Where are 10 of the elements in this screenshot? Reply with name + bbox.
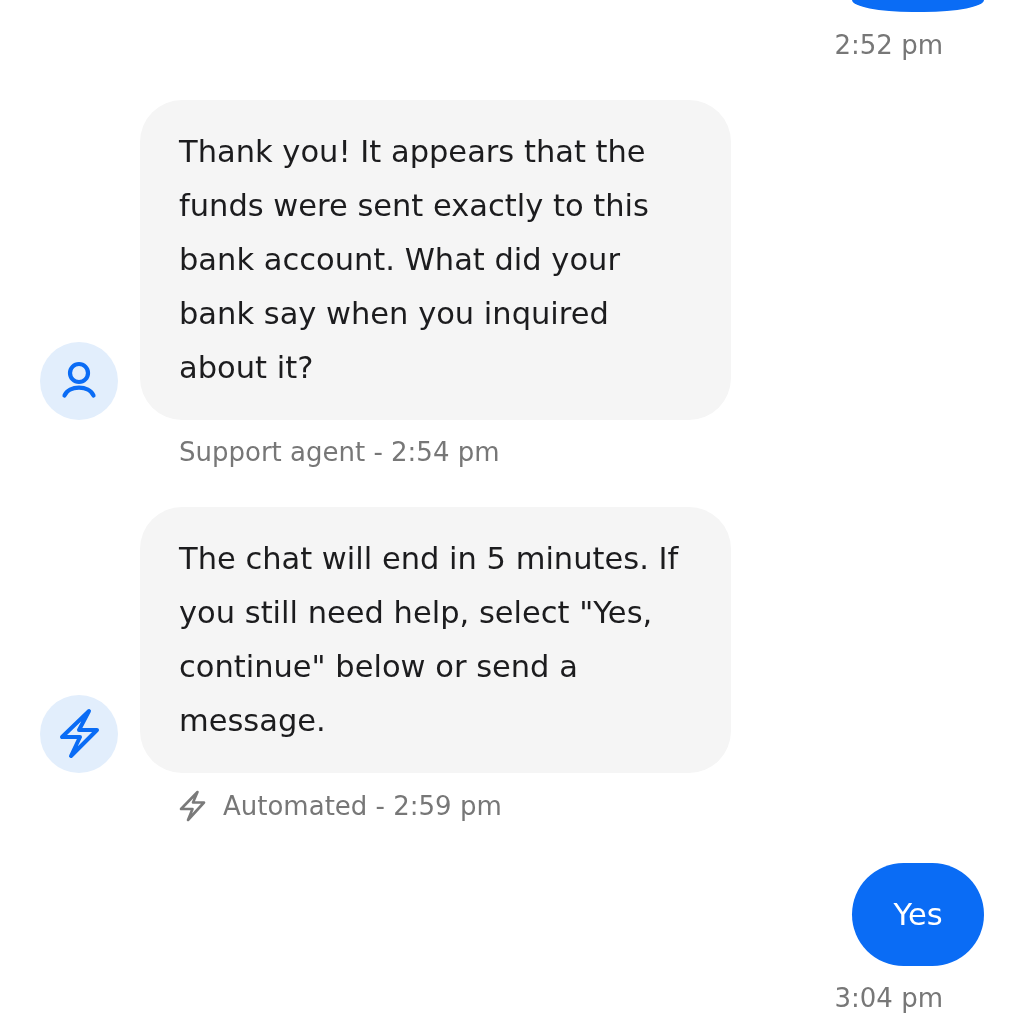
lightning-icon bbox=[179, 790, 206, 822]
person-icon bbox=[40, 342, 118, 420]
message-meta: Support agent - 2:54 pm bbox=[179, 437, 500, 467]
timestamp: 2:52 pm bbox=[834, 30, 943, 60]
message-meta: Automated - 2:59 pm bbox=[223, 791, 502, 821]
message-bubble: Thank you! It appears that the funds were sent exactly to this bank account. What did your bank say when you inquired about it? bbox=[140, 100, 731, 420]
message-bubble: Yes bbox=[852, 863, 984, 966]
lightning-icon bbox=[40, 695, 118, 773]
timestamp: 3:04 pm bbox=[834, 983, 943, 1013]
message-bubble: The chat will end in 5 minutes. If you still need help, select "Yes, continue" below or send a message. bbox=[140, 507, 731, 773]
